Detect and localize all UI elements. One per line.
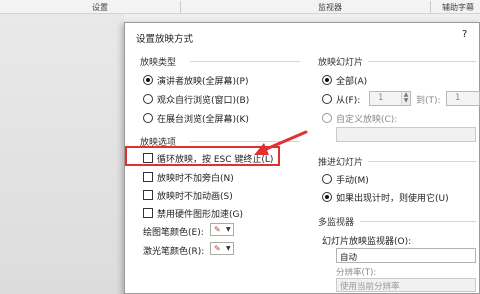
radio-manual[interactable] — [322, 174, 332, 184]
slides-heading: 放映幻灯片 — [318, 58, 364, 68]
app-ribbon: 设置 监视器 辅助字幕 — [0, 0, 480, 14]
help-button[interactable]: ? — [462, 29, 467, 40]
pen-color-button[interactable]: ✎ ▼ — [210, 223, 234, 236]
pen-icon: ✎ — [214, 244, 221, 253]
radio-individual-label: 观众自行浏览(窗口)(B) — [157, 96, 250, 106]
laser-color-button[interactable]: ✎ ▼ — [210, 242, 234, 255]
radio-kiosk-label: 在展台浏览(全屏幕)(K) — [157, 115, 249, 125]
no-narration-checkbox[interactable] — [143, 172, 153, 182]
slide-area-background — [0, 14, 124, 294]
radio-all-slides-label: 全部(A) — [336, 77, 368, 87]
spinner-arrows-icon[interactable]: ▲ ▼ — [401, 92, 410, 105]
pen-icon: ✎ — [214, 225, 221, 234]
advance-heading: 推进幻灯片 — [318, 158, 364, 168]
radio-presenter[interactable] — [143, 75, 153, 85]
monitor-select[interactable]: 自动 — [336, 248, 476, 263]
ribbon-aux-label: 辅助字幕 — [442, 3, 474, 12]
to-label: 到(T): — [416, 96, 441, 106]
show-type-heading: 放映类型 — [140, 58, 177, 68]
radio-from-slides[interactable] — [322, 94, 332, 104]
radio-use-timings-label: 如果出现计时，则使用它(U) — [336, 194, 449, 204]
radio-use-timings[interactable] — [322, 192, 332, 202]
annotation-arrow — [254, 130, 308, 155]
chevron-down-icon: ▼ — [226, 245, 231, 252]
resolution-label: 分辨率(T): — [336, 268, 377, 278]
resolution-value: 使用当前分辨率 — [340, 282, 400, 292]
ribbon-monitor-label: 监视器 — [318, 3, 342, 12]
pen-color-label: 绘图笔颜色(E): — [143, 228, 204, 238]
radio-custom-show[interactable] — [322, 113, 332, 123]
from-value: 1 — [378, 93, 384, 103]
resolution-select[interactable]: 使用当前分辨率 — [336, 278, 476, 292]
monitor-label: 幻灯片放映监视器(O): — [322, 237, 412, 247]
no-animation-label: 放映时不加动画(S) — [157, 192, 233, 202]
no-animation-checkbox[interactable] — [143, 190, 153, 200]
ribbon-settings-label: 设置 — [92, 3, 108, 12]
laser-color-label: 激光笔颜色(R): — [143, 247, 205, 257]
no-narration-label: 放映时不加旁白(N) — [157, 174, 234, 184]
to-value: 1 — [455, 93, 461, 103]
monitors-heading: 多监视器 — [318, 218, 355, 228]
chevron-down-icon: ▼ — [226, 226, 231, 233]
radio-individual[interactable] — [143, 94, 153, 104]
radio-all-slides[interactable] — [322, 75, 332, 85]
from-spinner[interactable]: 1 ▲ ▼ — [369, 91, 411, 106]
disable-hw-accel-checkbox[interactable] — [143, 208, 153, 218]
radio-manual-label: 手动(M) — [336, 176, 369, 186]
from-label: 从(F): — [336, 96, 361, 106]
radio-kiosk[interactable] — [143, 113, 153, 123]
dialog-title: 设置放映方式 — [136, 34, 194, 45]
custom-show-label: 自定义放映(C): — [336, 115, 398, 125]
radio-presenter-label: 演讲者放映(全屏幕)(P) — [157, 77, 249, 87]
monitor-value: 自动 — [340, 253, 358, 263]
disable-hw-accel-label: 禁用硬件图形加速(G) — [157, 210, 243, 220]
custom-show-select[interactable] — [336, 127, 476, 142]
to-spinner[interactable]: 1 — [446, 91, 480, 106]
